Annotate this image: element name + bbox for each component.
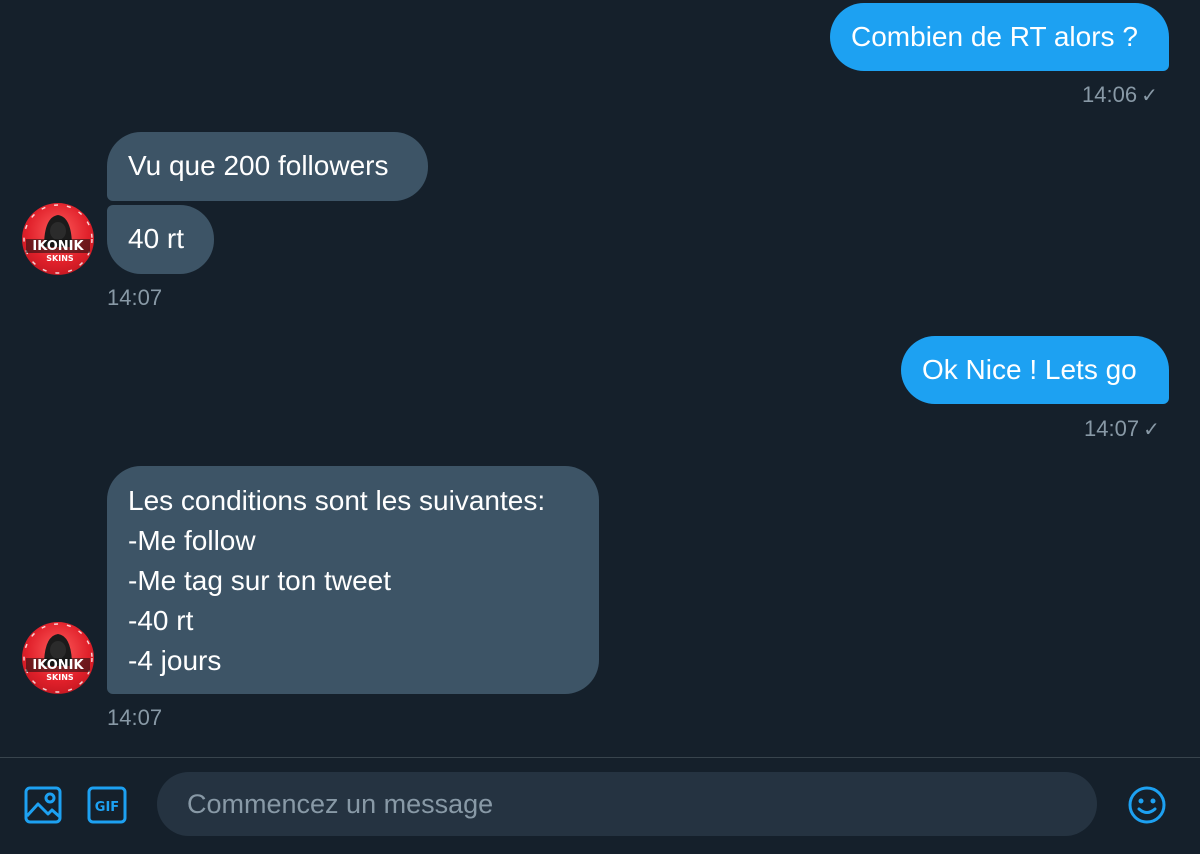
message-bubble-outgoing[interactable]: Ok Nice ! Lets go [901, 336, 1169, 404]
avatar[interactable]: IKONIK SKINS [22, 203, 94, 275]
avatar-logo-bottom: SKINS [46, 254, 74, 263]
add-gif-button[interactable]: GIF [87, 785, 127, 825]
dm-conversation: Combien de RT alors ? 14:06 ✓ Vu que 200 … [0, 0, 1200, 854]
timestamp-text: 14:07 [107, 285, 163, 310]
message-bubble-incoming[interactable]: Les conditions sont les suivantes: -Me f… [107, 466, 599, 694]
timestamp-text: 14:07 [1084, 416, 1140, 441]
emoji-button[interactable] [1127, 785, 1167, 825]
avatar[interactable]: IKONIK SKINS [22, 622, 94, 694]
avatar-logo-bottom: SKINS [46, 673, 74, 682]
avatar-logo-top: IKONIK [32, 239, 84, 254]
message-line: -Me tag sur ton tweet [128, 565, 392, 596]
sent-check-icon: ✓ [1141, 85, 1158, 107]
message-timestamp: 14:07 ✓ [1084, 416, 1160, 442]
avatar-logo: IKONIK SKINS [23, 623, 93, 693]
timestamp-text: 14:06 [1082, 82, 1138, 107]
add-media-button[interactable] [23, 785, 63, 825]
message-line: -40 rt [128, 605, 194, 636]
message-bubble-incoming[interactable]: 40 rt [107, 205, 214, 274]
message-timestamp: 14:06 ✓ [1082, 82, 1158, 108]
gif-icon-label: GIF [95, 800, 119, 815]
message-line: Les conditions sont les suivantes: [128, 485, 546, 516]
message-composer: GIF [0, 757, 1200, 854]
timestamp-text: 14:07 [107, 705, 163, 730]
message-line: -Me follow [128, 525, 256, 556]
gif-icon: GIF [87, 786, 127, 824]
sent-check-icon: ✓ [1143, 419, 1160, 441]
message-timestamp: 14:07 [107, 705, 162, 731]
avatar-logo-top: IKONIK [32, 658, 84, 673]
image-icon [24, 786, 62, 824]
emoji-icon [1128, 786, 1166, 824]
message-timestamp: 14:07 [107, 285, 162, 311]
message-input[interactable] [157, 772, 1097, 836]
avatar-logo: IKONIK SKINS [23, 204, 93, 274]
message-bubble-outgoing[interactable]: Combien de RT alors ? [830, 3, 1169, 71]
message-line: -4 jours [128, 645, 222, 676]
message-bubble-incoming[interactable]: Vu que 200 followers [107, 132, 428, 201]
